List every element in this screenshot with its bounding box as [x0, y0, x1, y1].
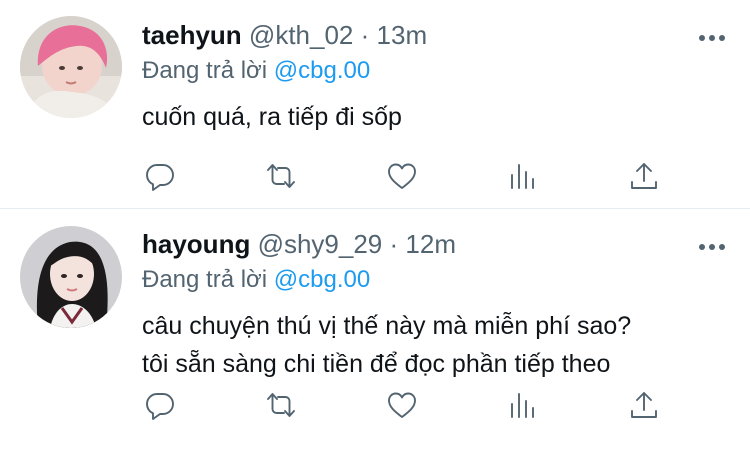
- display-name[interactable]: taehyun: [142, 20, 242, 50]
- tweet-text-line: tôi sẵn sàng chi tiền để đọc phần tiếp t…: [142, 350, 611, 378]
- separator-dot: ·: [360, 20, 370, 50]
- bar-chart-icon[interactable]: [503, 156, 543, 196]
- display-name[interactable]: hayoung: [142, 229, 250, 259]
- more-dots-icon[interactable]: [698, 30, 726, 41]
- avatar[interactable]: [20, 16, 122, 118]
- retweet-icon[interactable]: [261, 385, 301, 425]
- reply-icon[interactable]: [140, 385, 180, 425]
- tweet-reply[interactable]: hayoung @shy9_29 · 12m Đang trả lời @cbg…: [0, 209, 750, 420]
- tweet-text: cuốn quá, ra tiếp đi sốp: [142, 98, 402, 136]
- heart-icon[interactable]: [382, 385, 422, 425]
- replying-to-label: Đang trả lời: [142, 266, 268, 293]
- timestamp[interactable]: 12m: [405, 229, 456, 259]
- tweet-actions: [140, 385, 680, 425]
- tweet-header: hayoung @shy9_29 · 12m: [142, 227, 456, 261]
- reply-icon[interactable]: [140, 156, 180, 196]
- timestamp[interactable]: 13m: [377, 20, 428, 50]
- replying-to-label: Đang trả lời: [142, 57, 268, 84]
- user-handle[interactable]: @shy9_29: [258, 229, 383, 259]
- tweet-text-line: cuốn quá, ra tiếp đi sốp: [142, 103, 402, 131]
- share-icon[interactable]: [624, 385, 664, 425]
- replying-to: Đang trả lời @cbg.00: [142, 264, 370, 296]
- tweet-text: câu chuyện thú vị thế này mà miễn phí sa…: [142, 307, 631, 383]
- replying-to: Đang trả lời @cbg.00: [142, 55, 370, 87]
- tweet-text-line: câu chuyện thú vị thế này mà miễn phí sa…: [142, 312, 632, 340]
- separator-dot: ·: [389, 229, 399, 259]
- bar-chart-icon[interactable]: [503, 385, 543, 425]
- more-dots-icon[interactable]: [698, 239, 726, 250]
- heart-icon[interactable]: [382, 156, 422, 196]
- mention-link[interactable]: @cbg.00: [274, 266, 370, 293]
- tweet-actions: [140, 156, 680, 196]
- user-handle[interactable]: @kth_02: [249, 20, 353, 50]
- avatar[interactable]: [20, 226, 122, 328]
- tweet-reply[interactable]: taehyun @kth_02 · 13m Đang trả lời @cbg.…: [0, 0, 750, 208]
- tweet-header: taehyun @kth_02 · 13m: [142, 18, 427, 52]
- mention-link[interactable]: @cbg.00: [274, 57, 370, 84]
- share-icon[interactable]: [624, 156, 664, 196]
- retweet-icon[interactable]: [261, 156, 301, 196]
